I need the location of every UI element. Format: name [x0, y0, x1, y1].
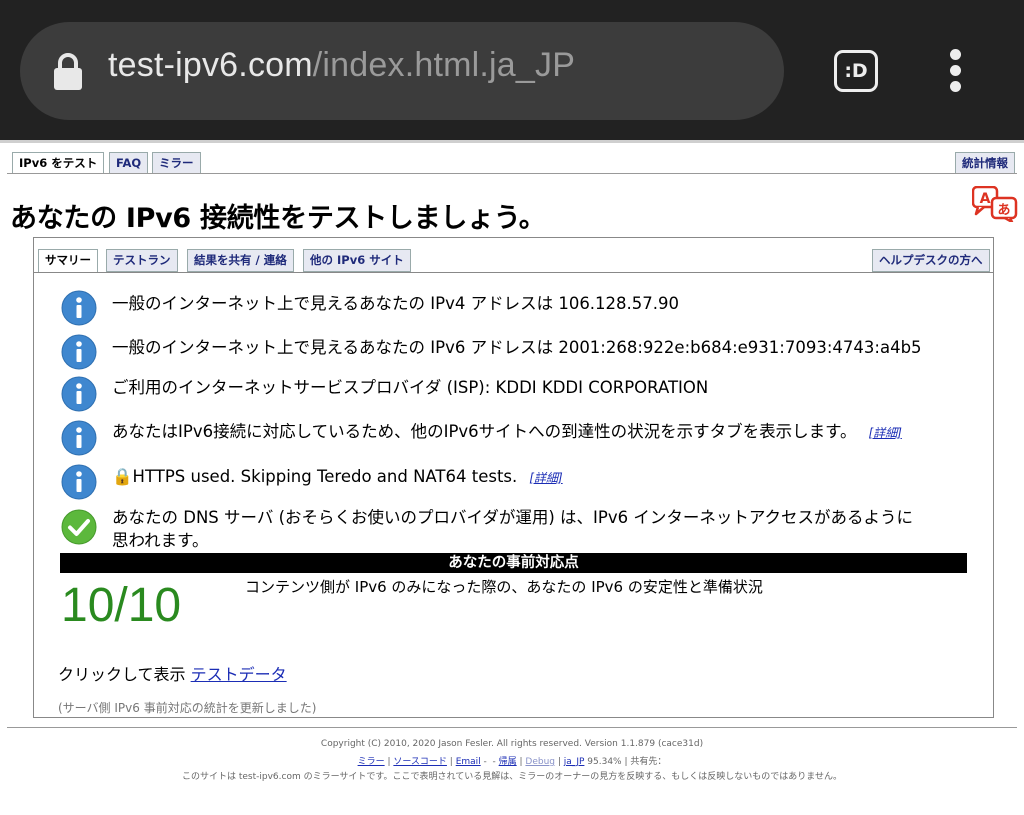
score-description: コンテンツ側が IPv6 のみになった際の、あなたの IPv6 の安定性と準備状…: [245, 578, 763, 596]
tab-other-ipv6-sites[interactable]: 他の IPv6 サイト: [303, 249, 411, 272]
score-value: 10/10: [61, 579, 182, 632]
result-text-continued: 思われます。: [112, 531, 209, 550]
subtab-baseline: [34, 272, 993, 273]
tab-share-contact[interactable]: 結果を共有 / 連絡: [187, 249, 294, 272]
tab-baseline: [7, 173, 1017, 174]
browser-toolbar: test-ipv6.com/index.html.ja_JP :D: [0, 0, 1024, 140]
svg-text:あ: あ: [997, 203, 1010, 218]
footer-debug-link[interactable]: Debug: [525, 757, 555, 767]
extension-icon[interactable]: :D: [834, 50, 878, 92]
score-header: あなたの事前対応点: [60, 553, 967, 573]
info-icon: [61, 420, 97, 456]
tab-stats[interactable]: 統計情報: [955, 152, 1015, 174]
test-data-line: クリックして表示 テストデータ: [58, 661, 287, 685]
page-title: あなたの IPv6 接続性をテストしましょう。: [10, 203, 546, 234]
result-text: HTTPS used. Skipping Teredo and NAT64 te…: [132, 467, 518, 486]
click-prefix: クリックして表示: [58, 665, 186, 684]
footer-mirror-link[interactable]: ミラー: [358, 757, 385, 767]
overflow-menu-icon[interactable]: [944, 49, 966, 93]
result-text: 一般のインターネット上で見えるあなたの IPv6 アドレスは 2001:268:…: [112, 338, 922, 357]
footer-attrib-link[interactable]: 帰属: [499, 757, 517, 767]
padlock-icon: 🔒: [112, 467, 133, 486]
info-icon: [61, 464, 97, 500]
toolbar-divider: [0, 140, 1024, 143]
more-details-link[interactable]: [詳細]: [869, 426, 902, 440]
info-icon: [61, 376, 97, 412]
footer-links: ミラー | ソースコード | Email - - 帰属 | Debug | ja…: [357, 757, 667, 767]
lock-icon[interactable]: [52, 52, 84, 90]
footer-percent: 95.34%: [587, 757, 622, 767]
footer-divider: [7, 727, 1017, 728]
footer-source-link[interactable]: ソースコード: [393, 757, 447, 767]
tab-summary[interactable]: サマリー: [38, 249, 98, 273]
footer-disclaimer: このサイトは test-ipv6.com のミラーサイトです。ここで表明されてい…: [182, 772, 842, 782]
result-text: 一般のインターネット上で見えるあなたの IPv4 アドレスは 106.128.5…: [112, 294, 680, 313]
url-text[interactable]: test-ipv6.com/index.html.ja_JP: [108, 46, 575, 85]
tab-faq[interactable]: FAQ: [109, 152, 149, 174]
svg-text:A: A: [980, 191, 991, 207]
check-icon: [61, 509, 97, 545]
test-data-link[interactable]: テストデータ: [191, 665, 287, 684]
more-details-link[interactable]: [詳細]: [529, 471, 562, 485]
result-text: あなたはIPv6接続に対応しているため、他のIPv6サイトへの到達性の状況を示す…: [112, 422, 857, 441]
footer-locale-link[interactable]: ja_JP: [564, 757, 585, 767]
tab-mirror[interactable]: ミラー: [152, 152, 201, 174]
info-icon: [61, 290, 97, 326]
info-icon: [61, 334, 97, 370]
tab-testrun[interactable]: テストラン: [106, 249, 178, 272]
tab-helpdesk[interactable]: ヘルプデスクの方へ: [872, 249, 990, 272]
footer-copyright: Copyright (C) 2010, 2020 Jason Fesler. A…: [320, 739, 704, 749]
updated-note: (サーバ側 IPv6 事前対応の統計を更新しました): [58, 701, 317, 715]
footer-sharer: 共有先：: [630, 757, 667, 767]
translate-icon[interactable]: A あ: [972, 186, 1018, 222]
result-text: あなたの DNS サーバ (おそらくお使いのプロバイダが運用) は、IPv6 イ…: [112, 508, 914, 527]
result-text: ご利用のインターネットサービスプロバイダ (ISP): KDDI KDDI CO…: [112, 378, 709, 397]
tab-test-ipv6[interactable]: IPv6 をテスト: [12, 152, 105, 174]
results-panel: サマリー テストラン 結果を共有 / 連絡 他の IPv6 サイト ヘルプデスク…: [33, 237, 994, 718]
footer-email-link[interactable]: Email: [456, 757, 481, 767]
